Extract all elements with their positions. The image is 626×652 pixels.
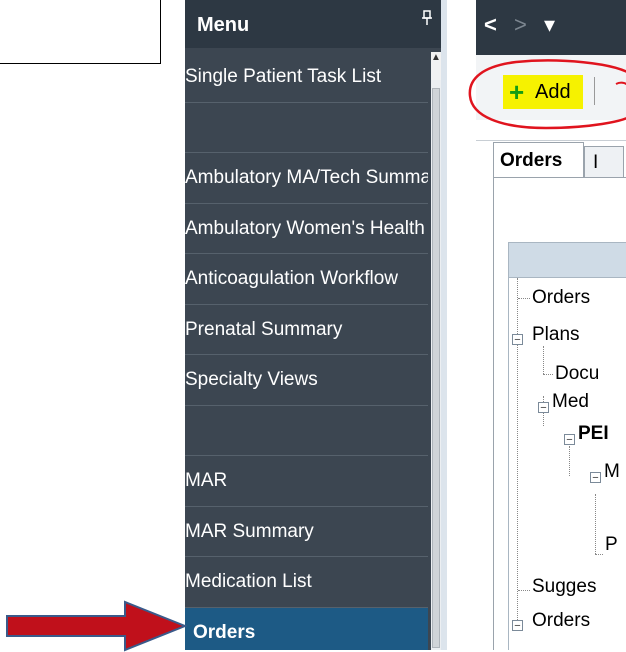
menu-item-medication-list[interactable]: Medication List — [185, 557, 428, 608]
tree-node[interactable]: Orders — [532, 287, 590, 309]
tree-panel: Orders − Plans Docu − Med − PEI − M P Su… — [508, 278, 626, 650]
menu-item-ambulatory-womens-health[interactable]: Ambulatory Women's Health — [185, 204, 428, 254]
collapse-icon[interactable]: − — [590, 472, 601, 484]
menu-item-anticoagulation-workflow[interactable]: Anticoagulation Workflow — [185, 254, 428, 305]
chevron-left-icon[interactable]: < — [484, 12, 497, 38]
tree-node[interactable]: PEI — [578, 423, 609, 445]
menu-title: Menu — [197, 14, 250, 36]
menu-item-blank[interactable] — [185, 406, 428, 456]
tab-orders[interactable]: Orders — [493, 142, 584, 178]
tree-connector — [543, 346, 544, 374]
callout-box — [0, 0, 161, 64]
menu-item-label: MAR — [185, 470, 228, 491]
menu-scrollbar[interactable]: ▲ — [431, 52, 441, 650]
tab-next[interactable]: I — [584, 146, 624, 178]
tree-node[interactable]: M — [604, 461, 620, 483]
menu-item-label: Prenatal Summary — [185, 318, 343, 340]
collapse-icon[interactable]: − — [538, 402, 549, 414]
tree-connector — [543, 374, 553, 375]
menu-item-label: Medication List — [185, 571, 312, 592]
menu-header: Menu — [185, 0, 441, 48]
tree-connector — [595, 494, 596, 554]
tree-node[interactable]: Sugges — [532, 576, 596, 598]
menu-item-mar[interactable]: MAR — [185, 456, 428, 507]
menu-item-ambulatory-ma-tech[interactable]: Ambulatory MA/Tech Summary — [185, 153, 428, 204]
menu-panel: Menu Single Patient Task List Ambulatory… — [185, 0, 441, 650]
tree-header — [508, 242, 626, 278]
tree-node[interactable]: P — [605, 534, 618, 556]
menu-item-prenatal-summary[interactable]: Prenatal Summary — [185, 305, 428, 355]
menu-list: Single Patient Task List Ambulatory MA/T… — [185, 52, 428, 650]
menu-item-label: Ambulatory Women's Health — [185, 217, 425, 239]
tree-connector — [518, 298, 530, 299]
tree-connector — [595, 554, 603, 555]
chevron-right-icon[interactable]: > — [514, 12, 527, 38]
menu-item-specialty-views[interactable]: Specialty Views — [185, 355, 428, 406]
collapse-icon[interactable]: − — [564, 434, 575, 446]
menu-item-blank[interactable] — [185, 103, 428, 153]
menu-item-label: Single Patient Task List — [185, 66, 382, 87]
red-arrow-annotation — [6, 600, 187, 652]
tree-node[interactable]: Orders — [532, 610, 590, 632]
scroll-up-arrow-icon[interactable]: ▲ — [431, 52, 441, 80]
menu-item-label: MAR Summary — [185, 520, 314, 542]
tree-connector — [517, 278, 518, 628]
menu-item-label: Anticoagulation Workflow — [185, 268, 398, 289]
menu-item-label: Orders — [193, 621, 256, 643]
tree-connector — [569, 446, 570, 476]
collapse-icon[interactable]: − — [512, 334, 523, 346]
collapse-icon[interactable]: − — [512, 620, 523, 632]
tree-node[interactable]: Docu — [555, 363, 599, 385]
menu-item-label: Specialty Views — [185, 369, 318, 390]
tree-node[interactable]: Med — [552, 391, 589, 413]
menu-item-label: Ambulatory MA/Tech Summary — [185, 167, 428, 188]
tree-node[interactable]: Plans — [532, 324, 580, 346]
nav-bar: < > ▾ — [476, 0, 626, 55]
pin-icon[interactable] — [421, 10, 433, 31]
scroll-thumb[interactable] — [432, 88, 440, 648]
menu-item-mar-summary[interactable]: MAR Summary — [185, 507, 428, 557]
red-circle-annotation — [468, 59, 626, 130]
menu-item-orders[interactable]: Orders — [185, 607, 428, 650]
tree-connector — [518, 590, 530, 591]
menu-item-single-patient-task-list[interactable]: Single Patient Task List — [185, 52, 428, 103]
dropdown-icon[interactable]: ▾ — [544, 12, 555, 38]
